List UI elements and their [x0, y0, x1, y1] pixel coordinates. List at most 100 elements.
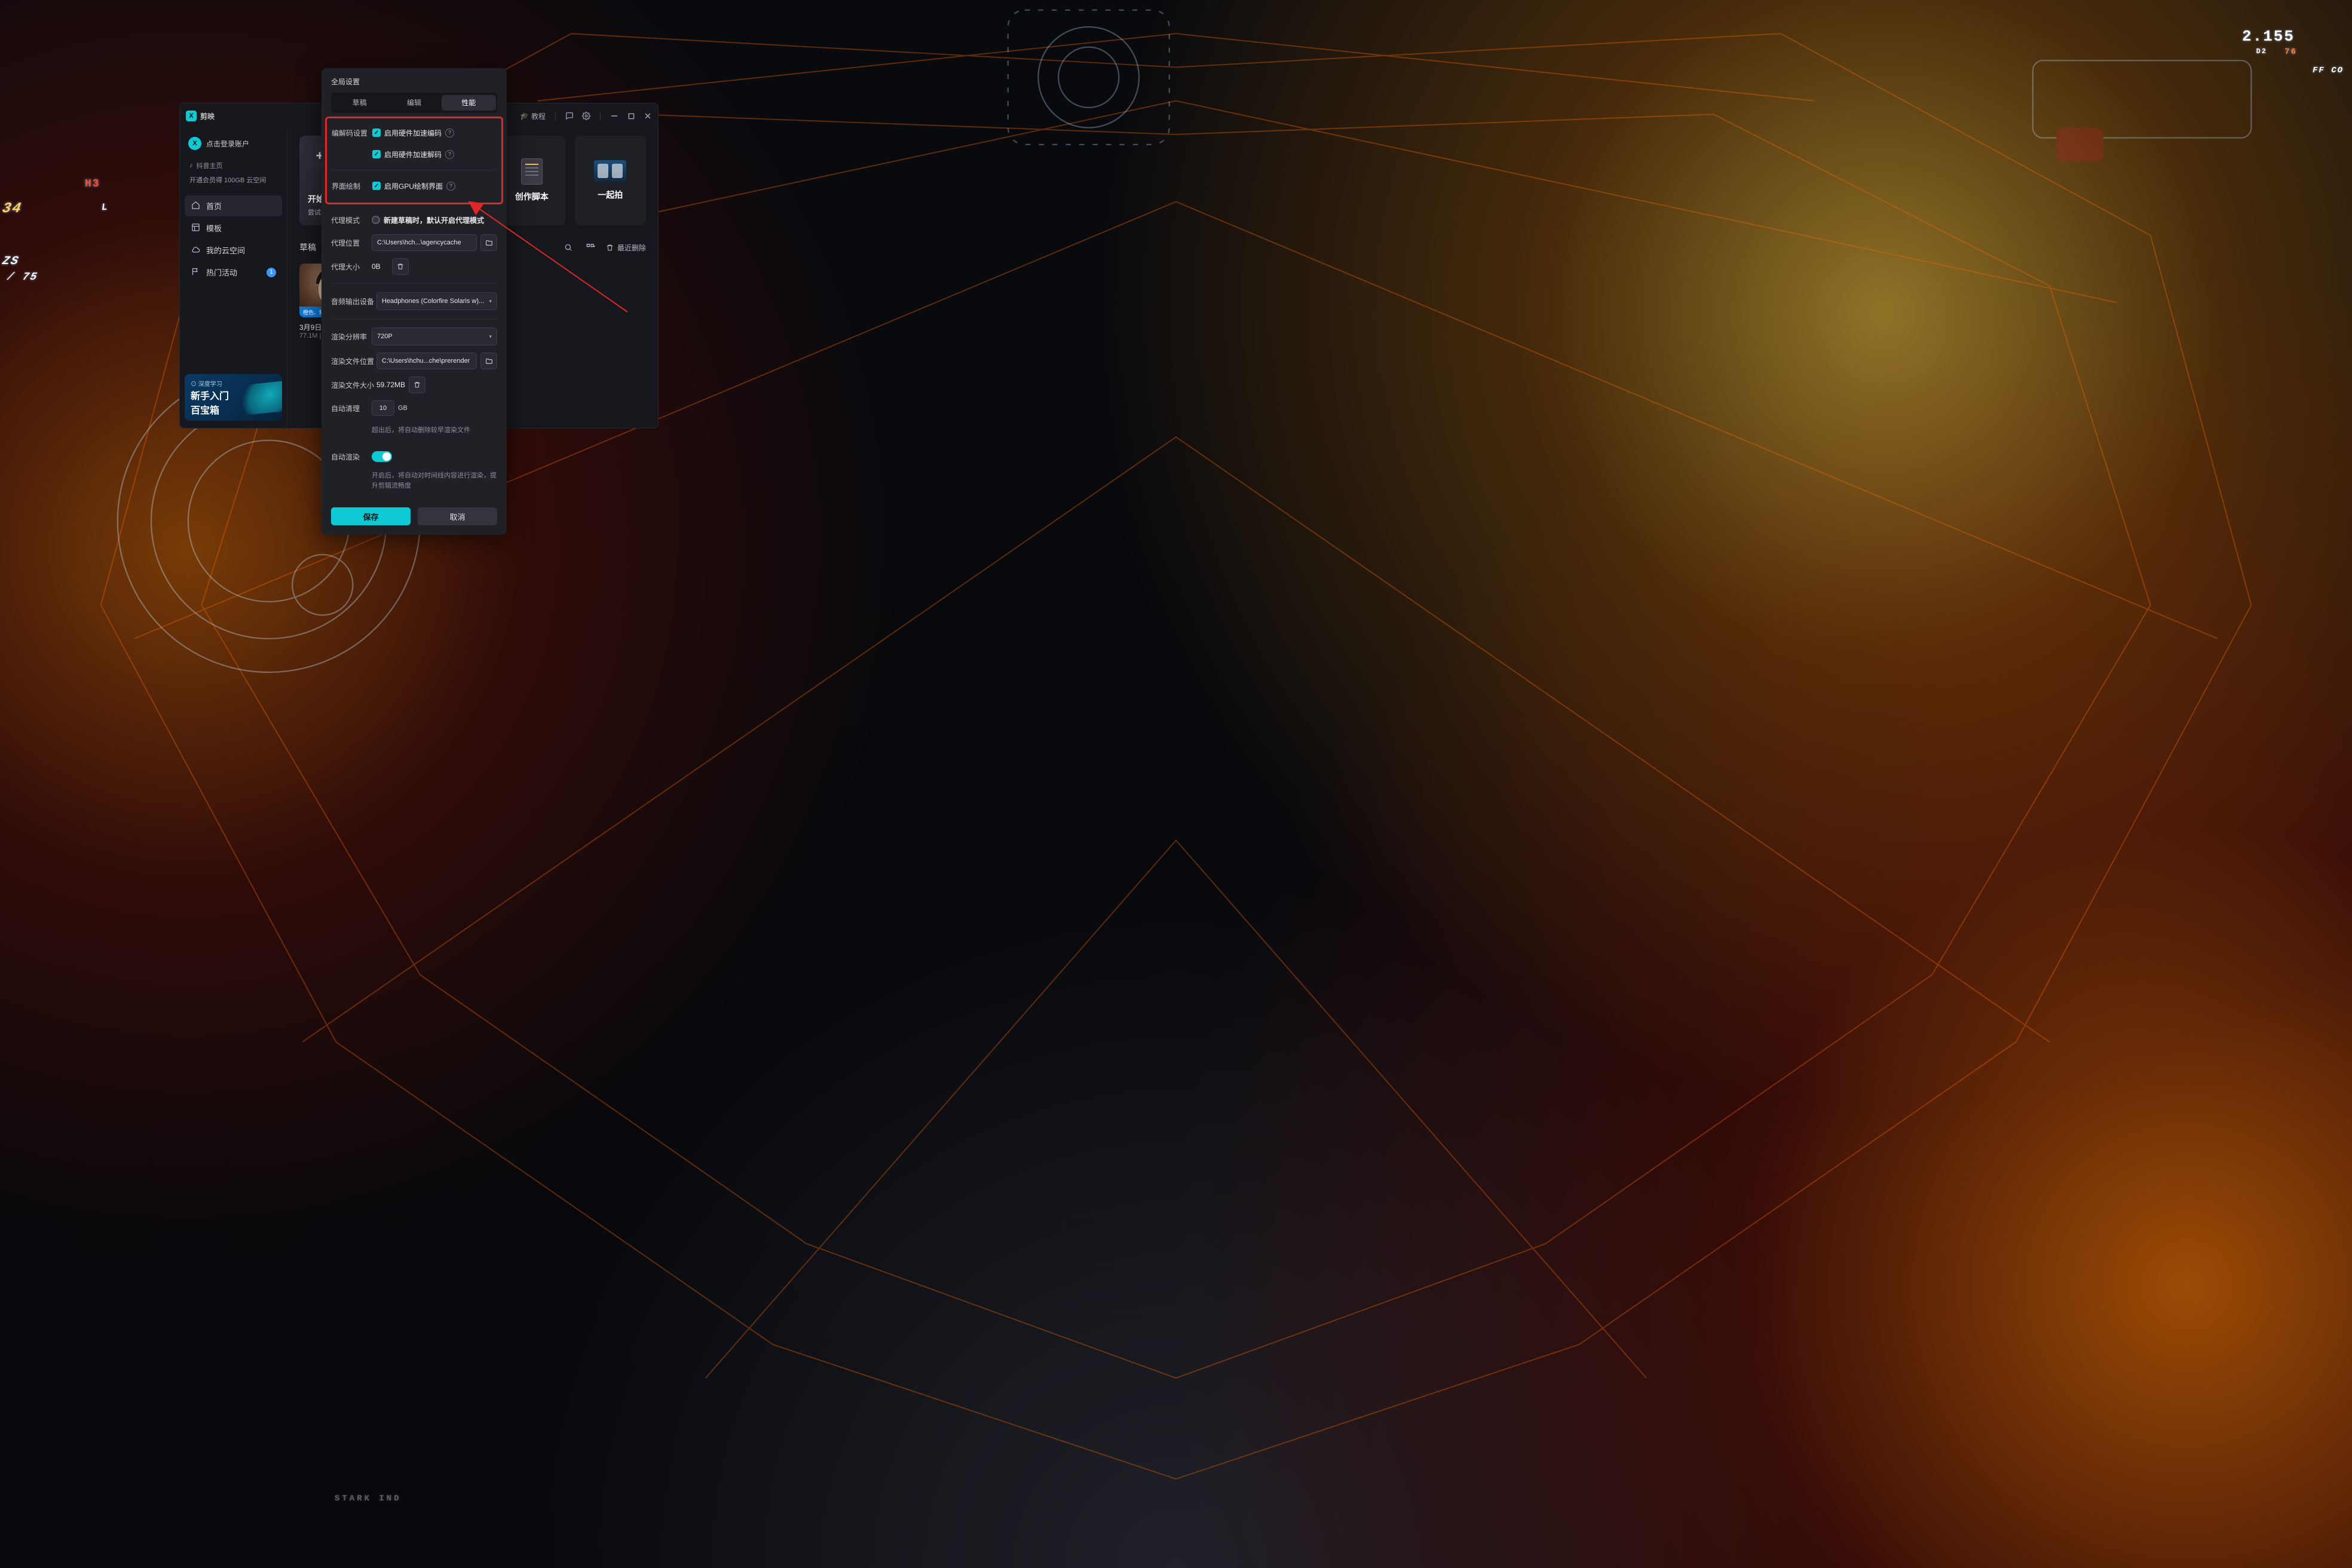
flag-icon [191, 267, 200, 278]
hud-34: 34 [1, 201, 24, 217]
highlight-box: 编解码设置 ✓ 启用硬件加速编码 ? ✓ 启用硬件加速解码 ? [325, 117, 503, 204]
search-button[interactable] [561, 240, 576, 255]
hud-d2-value: 76 [2284, 47, 2297, 57]
hud-number: 2.155 [2242, 27, 2295, 45]
chevron-down-icon: ▾ [489, 333, 492, 340]
render-res-label: 渲染分辨率 [331, 332, 369, 342]
hw-decode-checkbox[interactable]: ✓ [372, 150, 381, 158]
login-label: 点击登录账户 [206, 139, 249, 149]
nav-home-label: 首页 [206, 200, 222, 212]
hud-ff: FF CO [2313, 66, 2344, 75]
hud-zs: ZS [1, 255, 21, 268]
app-name: 剪映 [200, 111, 215, 121]
proxy-size-label: 代理大小 [331, 262, 369, 272]
render-res-value: 720P [377, 333, 393, 340]
close-button[interactable] [644, 112, 652, 120]
proxy-loc-label: 代理位置 [331, 238, 369, 248]
proxy-clear-button[interactable] [392, 258, 409, 275]
cancel-button[interactable]: 取消 [418, 507, 497, 525]
hw-encode-label: 启用硬件加速编码 [384, 128, 442, 138]
settings-body: 编解码设置 ✓ 启用硬件加速编码 ? ✓ 启用硬件加速解码 ? [321, 117, 507, 501]
vip-note[interactable]: 开通会员得 100GB 云空间 [185, 173, 282, 187]
settings-icon[interactable] [582, 112, 590, 120]
audio-out-label: 音频输出设备 [331, 296, 374, 307]
render-res-select[interactable]: 720P ▾ [372, 327, 497, 345]
info-icon[interactable]: ? [445, 150, 454, 159]
promo-card[interactable]: ⊙ 深度学习 新手入门 百宝箱 [185, 374, 282, 421]
nav-templates[interactable]: 模板 [185, 218, 282, 238]
ui-render-label: 界面绘制 [332, 181, 370, 191]
login-row[interactable]: X 点击登录账户 [185, 134, 282, 152]
feedback-icon[interactable] [565, 112, 574, 120]
tab-edit[interactable]: 编辑 [387, 95, 441, 111]
render-clear-button[interactable] [409, 376, 425, 393]
auto-clean-hint: 超出后，将自动删除较早渲染文件 [372, 425, 470, 436]
hud-d2-label: D2 [2256, 47, 2267, 56]
sidebar: X 点击登录账户 ♪ 抖音主页 开通会员得 100GB 云空间 首页 [180, 128, 287, 428]
settings-footer: 保存 取消 [321, 501, 507, 535]
render-loc-browse-button[interactable] [480, 353, 497, 369]
music-note-icon: ♪ [189, 162, 193, 169]
avatar-icon: X [188, 137, 201, 150]
drafts-title: 草稿 [299, 241, 316, 253]
template-icon [191, 223, 200, 234]
render-loc-input[interactable]: C:\Users\hchu...che\prerender [376, 353, 477, 369]
sort-button[interactable] [583, 240, 599, 255]
hud-stark: STARK IND [335, 1494, 402, 1503]
nav-events[interactable]: 热门活动 1 [185, 262, 282, 283]
hw-decode-label: 启用硬件加速解码 [384, 149, 442, 160]
recent-delete-link[interactable]: 最近删除 [606, 243, 646, 253]
codec-label: 编解码设置 [332, 128, 370, 138]
recent-delete-label: 最近删除 [617, 243, 646, 253]
minimize-button[interactable] [610, 112, 618, 120]
tile-script[interactable]: 创作脚本 [498, 136, 565, 225]
douyin-label: 抖音主页 [197, 161, 223, 170]
audio-out-select[interactable]: Headphones (Colorfire Solaris w)... ▾ [376, 292, 497, 310]
info-icon[interactable]: ? [445, 128, 454, 137]
together-thumb-icon [594, 160, 626, 182]
info-icon[interactable]: ? [446, 182, 455, 191]
home-icon [191, 201, 200, 212]
maximize-button[interactable] [627, 112, 635, 120]
cloud-icon [191, 245, 200, 256]
gpu-ui-label: 启用GPU绘制界面 [384, 181, 443, 191]
app-logo-icon: X [186, 111, 197, 121]
nav-events-label: 热门活动 [206, 267, 237, 278]
settings-modal: 全局设置 草稿 编辑 性能 编解码设置 ✓ 启用硬件加速编码 ? ✓ [321, 68, 507, 535]
sidebar-nav: 首页 模板 我的云空间 [185, 195, 282, 283]
audio-out-value: Headphones (Colorfire Solaris w)... [382, 298, 484, 305]
proxy-loc-input[interactable]: C:\Users\hch...\agencycache [372, 234, 477, 251]
render-size-value: 59.72MB [376, 381, 405, 389]
tile-together-label: 一起拍 [598, 189, 623, 201]
auto-clean-value[interactable]: 10 [372, 400, 394, 416]
auto-render-toggle[interactable] [372, 451, 392, 462]
hud-75: / 75 [6, 271, 39, 283]
douyin-link[interactable]: ♪ 抖音主页 [185, 158, 282, 173]
auto-clean-unit: GB [398, 405, 408, 412]
settings-tabs: 草稿 编辑 性能 [331, 93, 497, 113]
nav-cloud[interactable]: 我的云空间 [185, 240, 282, 261]
proxy-mode-radio[interactable] [372, 216, 380, 224]
hw-encode-checkbox[interactable]: ✓ [372, 128, 381, 137]
app-brand: X 剪映 [186, 111, 215, 121]
proxy-size-value: 0B [372, 262, 388, 271]
tab-draft[interactable]: 草稿 [332, 95, 387, 111]
proxy-loc-browse-button[interactable] [480, 234, 497, 251]
script-icon [521, 158, 543, 185]
gpu-ui-checkbox[interactable]: ✓ [372, 182, 381, 190]
nav-home[interactable]: 首页 [185, 195, 282, 216]
auto-render-hint: 开启后，将自动对时间线内容进行渲染，提升剪辑流畅度 [372, 471, 497, 491]
titlebar-divider-2 [600, 111, 601, 121]
settings-title: 全局设置 [321, 68, 507, 93]
render-size-label: 渲染文件大小 [331, 380, 374, 390]
proxy-mode-text: 新建草稿时，默认开启代理模式 [384, 215, 484, 225]
proxy-mode-label: 代理模式 [331, 215, 369, 225]
tab-performance[interactable]: 性能 [442, 95, 496, 111]
tile-script-label: 创作脚本 [515, 191, 549, 203]
titlebar-divider [555, 111, 556, 121]
tutorial-link[interactable]: 🎓 教程 [520, 111, 546, 121]
nav-templates-label: 模板 [206, 222, 222, 234]
save-button[interactable]: 保存 [331, 507, 411, 525]
grad-cap-icon: 🎓 [520, 112, 529, 120]
tile-together[interactable]: 一起拍 [575, 136, 646, 225]
